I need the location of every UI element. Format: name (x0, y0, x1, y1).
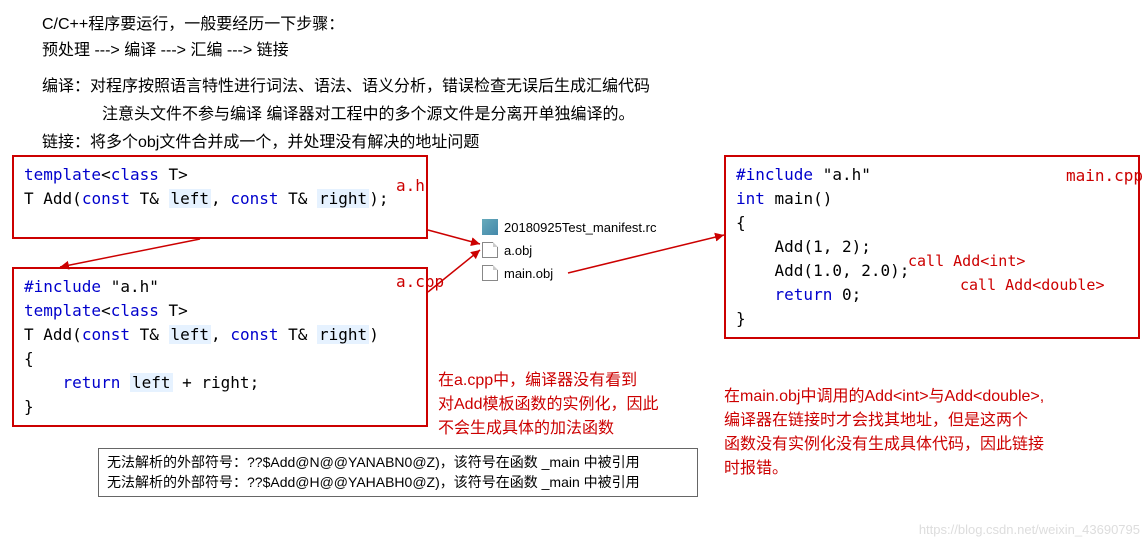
error-box: 无法解析的外部符号：??$Add@N@@YANABN0@Z)，该符号在函数 _m… (98, 448, 698, 497)
intro-line5: 链接：将多个obj文件合并成一个，并处理没有解决的地址问题 (42, 128, 479, 152)
ah-code-box: template<class T> T Add(const T& left, c… (12, 155, 428, 239)
main-note-line1: 在main.obj中调用的Add<int>与Add<double>, (724, 382, 1044, 406)
main-note-line4: 时报错。 (724, 454, 788, 478)
file-mainobj: main.obj (482, 265, 553, 281)
obj-file-icon (482, 265, 498, 281)
acpp-note-line3: 不会生成具体的加法函数 (438, 414, 614, 438)
main-note-line2: 编译器在链接时才会找其地址，但是这两个 (724, 406, 1028, 430)
file-manifest: 20180925Test_manifest.rc (482, 219, 656, 235)
intro-line3: 编译：对程序按照语言特性进行词法、语法、语义分析，错误检查无误后生成汇编代码 (42, 72, 650, 96)
obj-file-icon (482, 242, 498, 258)
acpp-label: a.cpp (396, 272, 444, 291)
main-note-line3: 函数没有实例化没有生成具体代码，因此链接 (724, 430, 1044, 454)
error-line2: 无法解析的外部符号：??$Add@H@@YAHABH0@Z)，该符号在函数 _m… (107, 473, 689, 493)
error-line1: 无法解析的外部符号：??$Add@N@@YANABN0@Z)，该符号在函数 _m… (107, 453, 689, 473)
ah-label: a.h (396, 176, 425, 195)
intro-line4: 注意头文件不参与编译 编译器对工程中的多个源文件是分离开单独编译的。 (102, 100, 634, 124)
acpp-note-line1: 在a.cpp中，编译器没有看到 (438, 366, 637, 390)
acpp-note-line2: 对Add模板函数的实例化，因此 (438, 390, 658, 414)
intro-line1: C/C++程序要运行，一般要经历一下步骤： (42, 10, 344, 34)
file-aobj: a.obj (482, 242, 532, 258)
rc-file-icon (482, 219, 498, 235)
maincpp-label: main.cpp (1066, 166, 1143, 185)
maincpp-comment-double: call Add<double> (960, 276, 1105, 294)
acpp-code-box: #include "a.h" template<class T> T Add(c… (12, 267, 428, 427)
maincpp-comment-int: call Add<int> (908, 252, 1025, 270)
intro-line2: 预处理 ---> 编译 ---> 汇编 ---> 链接 (42, 36, 289, 60)
watermark: https://blog.csdn.net/weixin_43690795 (919, 522, 1140, 537)
